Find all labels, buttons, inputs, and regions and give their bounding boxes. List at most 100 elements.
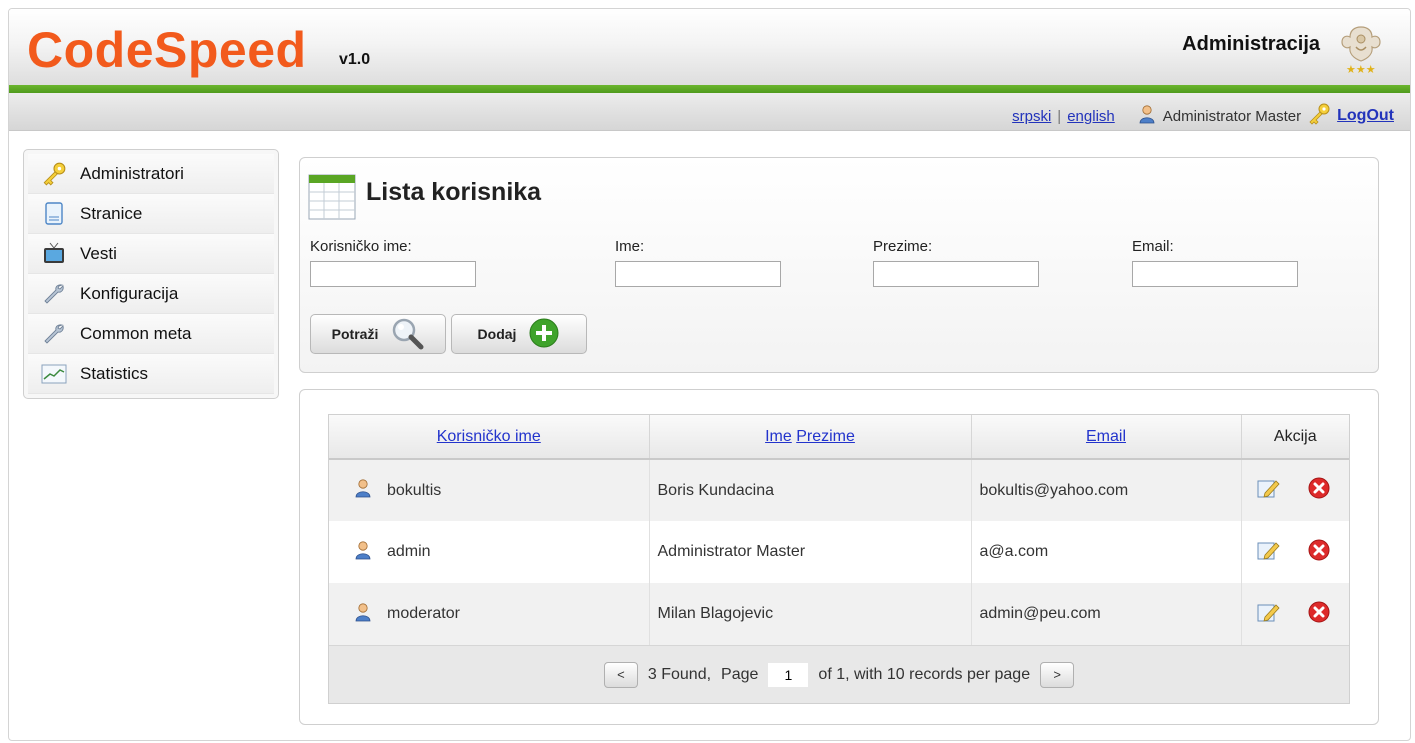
lang-english-link[interactable]: english bbox=[1067, 108, 1115, 125]
sidebar-item-label: Stranice bbox=[80, 203, 143, 223]
edit-icon[interactable] bbox=[1256, 476, 1280, 505]
sidebar-item-konfiguracija[interactable]: Konfiguracija bbox=[28, 274, 274, 314]
crest-icon: ★★★ bbox=[1336, 21, 1386, 76]
records-found-text: 3 Found, bbox=[647, 665, 712, 683]
username-text: bokultis bbox=[387, 481, 442, 499]
last-name-filter: Prezime: bbox=[873, 238, 1039, 287]
key-icon bbox=[28, 162, 80, 186]
app-frame: CodeSpeed v1.0 Administracija ★★★ srpski… bbox=[8, 8, 1411, 741]
sidebar-item-label: Administratori bbox=[80, 163, 184, 183]
sidebar-item-label: Vesti bbox=[80, 243, 117, 263]
username-cell: admin bbox=[329, 521, 650, 583]
email-filter-input[interactable] bbox=[1132, 261, 1298, 287]
sidebar-item-administratori[interactable]: Administratori bbox=[28, 154, 274, 194]
delete-icon[interactable] bbox=[1308, 539, 1330, 566]
username-text: moderator bbox=[387, 605, 460, 622]
lang-serbian-link[interactable]: srpski bbox=[1012, 108, 1051, 125]
language-and-user-bar: srpski | english Administrator Master Lo… bbox=[1012, 103, 1394, 129]
magnifier-icon bbox=[390, 316, 424, 353]
sidebar-item-vesti[interactable]: Vesti bbox=[28, 234, 274, 274]
column-header-full-name: Ime Prezime bbox=[649, 415, 972, 460]
email-cell: a@a.com bbox=[971, 521, 1242, 583]
chart-icon bbox=[28, 364, 80, 384]
table-header-row: Korisničko ime Ime Prezime Email Akcija bbox=[329, 415, 1349, 460]
key-icon bbox=[1307, 103, 1331, 129]
full-name-cell: Boris Kundacina bbox=[649, 459, 972, 521]
user-icon bbox=[353, 478, 373, 503]
prev-page-button[interactable]: < bbox=[603, 661, 638, 688]
version-label: v1.0 bbox=[339, 51, 371, 68]
delete-icon[interactable] bbox=[1308, 477, 1330, 504]
users-grid: Korisničko ime Ime Prezime Email Akcija bbox=[328, 414, 1350, 704]
sidebar-item-common-meta[interactable]: Common meta bbox=[28, 314, 274, 354]
page-icon bbox=[28, 201, 80, 226]
username-filter-label: Korisničko ime: bbox=[310, 238, 412, 255]
table-icon bbox=[308, 174, 356, 225]
logo: CodeSpeed bbox=[27, 22, 307, 78]
username-cell: bokultis bbox=[329, 459, 650, 521]
sort-last-name-link[interactable]: Prezime bbox=[796, 428, 855, 445]
add-button-label: Dodaj bbox=[477, 326, 517, 342]
page-title: Lista korisnika bbox=[366, 178, 542, 206]
user-icon bbox=[1137, 104, 1157, 128]
search-panel: Lista korisnika Korisničko ime: Ime: Pre… bbox=[299, 157, 1379, 373]
user-icon bbox=[353, 602, 373, 627]
page-number-input[interactable] bbox=[768, 662, 809, 687]
sort-email-link[interactable]: Email bbox=[1086, 428, 1126, 445]
email-filter-label: Email: bbox=[1132, 238, 1174, 255]
search-button-label: Potraži bbox=[331, 326, 379, 342]
column-header-username: Korisničko ime bbox=[329, 415, 650, 460]
first-name-filter: Ime: bbox=[615, 238, 781, 287]
email-cell: bokultis@yahoo.com bbox=[971, 459, 1242, 521]
lang-separator: | bbox=[1057, 107, 1062, 125]
full-name-cell: Administrator Master bbox=[649, 521, 972, 583]
sidebar-item-label: Konfiguracija bbox=[80, 283, 179, 303]
username-filter-input[interactable] bbox=[310, 261, 476, 287]
full-name-cell: Milan Blagojevic bbox=[649, 583, 972, 645]
table-row: admin Administrator Master a@a.com bbox=[329, 521, 1349, 583]
users-table: Korisničko ime Ime Prezime Email Akcija bbox=[329, 415, 1349, 645]
column-header-actions: Akcija bbox=[1241, 415, 1349, 460]
username-cell: moderator bbox=[329, 583, 650, 645]
edit-icon[interactable] bbox=[1256, 538, 1280, 567]
svg-text:★★★: ★★★ bbox=[1346, 63, 1376, 75]
plus-icon bbox=[528, 317, 560, 352]
search-button[interactable]: Potraži bbox=[310, 314, 446, 354]
sort-username-link[interactable]: Korisničko ime bbox=[437, 428, 541, 445]
sidebar: Administratori Stranice Vesti Konfigurac… bbox=[23, 149, 279, 399]
tv-icon bbox=[28, 242, 80, 266]
last-name-filter-label: Prezime: bbox=[873, 238, 933, 255]
username-text: admin bbox=[387, 543, 431, 560]
table-row: bokultis Boris Kundacina bokultis@yahoo.… bbox=[329, 459, 1349, 521]
sidebar-item-label: Statistics bbox=[80, 363, 149, 383]
actions-cell bbox=[1241, 583, 1349, 645]
actions-cell bbox=[1241, 521, 1349, 583]
email-filter: Email: bbox=[1132, 238, 1298, 287]
header-accent-bar bbox=[9, 85, 1410, 93]
header: CodeSpeed v1.0 Administracija ★★★ bbox=[9, 9, 1410, 85]
section-title: Administracija bbox=[1182, 33, 1320, 55]
sidebar-item-label: Common meta bbox=[80, 323, 192, 343]
sort-first-name-link[interactable]: Ime bbox=[765, 428, 792, 445]
first-name-filter-label: Ime: bbox=[615, 238, 645, 255]
user-icon bbox=[353, 540, 373, 565]
add-button[interactable]: Dodaj bbox=[451, 314, 587, 354]
first-name-filter-input[interactable] bbox=[615, 261, 781, 287]
logout-link[interactable]: LogOut bbox=[1337, 107, 1394, 125]
page-label: Page bbox=[721, 665, 759, 683]
results-panel: Korisničko ime Ime Prezime Email Akcija bbox=[299, 389, 1379, 725]
wrench-icon bbox=[28, 282, 80, 306]
last-name-filter-input[interactable] bbox=[873, 261, 1039, 287]
sidebar-item-stranice[interactable]: Stranice bbox=[28, 194, 274, 234]
sidebar-item-statistics[interactable]: Statistics bbox=[28, 354, 274, 394]
table-row: moderator Milan Blagojevic admin@peu.com bbox=[329, 583, 1349, 645]
delete-icon[interactable] bbox=[1308, 601, 1330, 628]
username-filter: Korisničko ime: bbox=[310, 238, 476, 287]
next-page-button[interactable]: > bbox=[1040, 661, 1075, 688]
pagination-bar: < 3 Found, Page of 1, with 10 records pe… bbox=[329, 645, 1349, 703]
page-info-text: of 1, with 10 records per page bbox=[818, 665, 1031, 683]
wrench-icon bbox=[28, 322, 80, 346]
email-cell: admin@peu.com bbox=[971, 583, 1242, 645]
edit-icon[interactable] bbox=[1256, 600, 1280, 629]
column-header-email: Email bbox=[971, 415, 1242, 460]
